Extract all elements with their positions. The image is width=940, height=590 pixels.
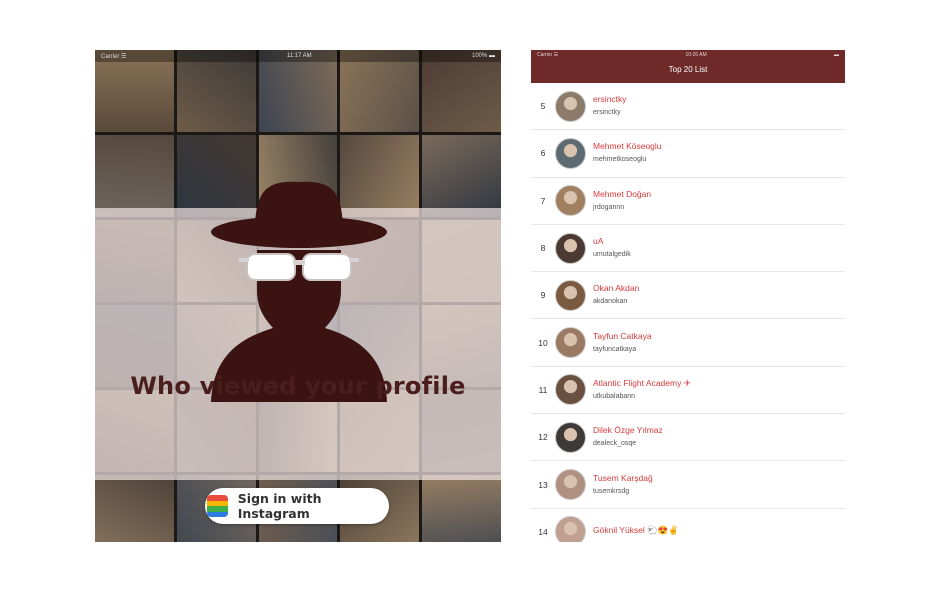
display-name[interactable]: ersinctky bbox=[593, 94, 627, 105]
avatar bbox=[555, 232, 586, 264]
rank-number: 12 bbox=[538, 432, 548, 443]
avatar bbox=[555, 469, 586, 501]
display-name[interactable]: Okan Akdan bbox=[593, 283, 639, 294]
username: utkubalabann bbox=[593, 392, 636, 400]
status-bar: Carrier ☰ 11:17 AM 100% ▬ bbox=[95, 50, 501, 62]
display-name[interactable]: Tusem Karşdağ bbox=[593, 473, 653, 484]
avatar bbox=[555, 327, 586, 359]
list-row[interactable]: 14 Göknil Yüksel 🐑😍✌ bbox=[531, 508, 845, 542]
username: tayfuncatkaya bbox=[593, 345, 637, 353]
display-name[interactable]: Göknil Yüksel 🐑😍✌ bbox=[593, 525, 679, 536]
rank-number: 9 bbox=[540, 290, 546, 301]
carrier-label: Carrier ☰ bbox=[537, 52, 559, 58]
collage-photo-tile bbox=[422, 135, 501, 217]
collage-photo-tile bbox=[95, 135, 174, 217]
user-info: Dilek Özge Yılmaz dealeck_osqe bbox=[593, 425, 663, 449]
rank-number: 11 bbox=[538, 384, 548, 395]
rank-number: 5 bbox=[540, 101, 546, 112]
avatar bbox=[555, 279, 586, 311]
display-name[interactable]: Dilek Özge Yılmaz bbox=[593, 425, 663, 436]
list-row[interactable]: 6 Mehmet Köseoglu mehmetkoseoglu bbox=[531, 130, 845, 178]
top-list-screen: Carrier ☰ 10:26 AM ▬ Top 20 List 5 ersinc… bbox=[531, 50, 845, 542]
avatar bbox=[555, 137, 586, 169]
list-row[interactable]: 13 Tusem Karşdağ tusemkrsdg bbox=[531, 461, 845, 509]
username: mehmetkoseoglu bbox=[593, 156, 647, 164]
sign-in-with-instagram-button[interactable]: Sign in with Instagram bbox=[205, 488, 389, 524]
rank-number: 8 bbox=[540, 243, 546, 254]
collage-photo-tile bbox=[95, 475, 174, 542]
spy-silhouette-icon bbox=[211, 181, 387, 402]
user-info: Atlantic Flight Academy ✈ utkubalabann bbox=[593, 378, 691, 402]
avatar bbox=[555, 90, 586, 122]
collage-photo-tile bbox=[258, 50, 338, 132]
user-info: Göknil Yüksel 🐑😍✌ bbox=[593, 525, 679, 539]
avatar bbox=[555, 516, 586, 542]
username: dealeck_osqe bbox=[593, 440, 637, 448]
list-row[interactable]: 12 Dilek Özge Yılmaz dealeck_osqe bbox=[531, 414, 845, 462]
avatar bbox=[555, 185, 586, 217]
collage-photo-tile bbox=[95, 50, 174, 132]
username: umutalgedik bbox=[593, 251, 631, 259]
list-row[interactable]: 7 Mehmet Doğan jrdogannn bbox=[531, 177, 845, 225]
rank-number: 13 bbox=[538, 479, 548, 490]
rank-number: 6 bbox=[540, 148, 546, 159]
carrier-label: Carrier ☰ bbox=[101, 53, 127, 60]
clock-label: 11:17 AM bbox=[286, 53, 312, 59]
top-viewers-list: 5 ersinctky ersinctky 6 Mehmet Köseoglu mehme… bbox=[531, 83, 845, 542]
collage-photo-tile bbox=[422, 50, 501, 132]
list-row[interactable]: 9 Okan Akdan akdanokan bbox=[531, 272, 845, 320]
list-row[interactable]: 5 ersinctky ersinctky bbox=[531, 83, 845, 131]
user-info: Tusem Karşdağ tusemkrsdg bbox=[593, 473, 653, 497]
battery-label: ▬ bbox=[833, 52, 839, 58]
list-row[interactable]: 11 Atlantic Flight Academy ✈ utkubalabann bbox=[531, 366, 845, 415]
display-name[interactable]: Mehmet Köseoglu bbox=[593, 141, 662, 152]
username: akdanokan bbox=[593, 298, 628, 306]
page-title: Top 20 List bbox=[668, 65, 708, 74]
navigation-header: Carrier ☰ 10:26 AM ▬ Top 20 List bbox=[531, 50, 845, 83]
user-info: Okan Akdan akdanokan bbox=[593, 283, 639, 307]
instagram-icon bbox=[207, 495, 228, 517]
display-name[interactable]: Tayfun Catkaya bbox=[593, 331, 652, 342]
username: jrdogannn bbox=[593, 203, 625, 211]
user-info: Mehmet Doğan jrdogannn bbox=[593, 189, 651, 213]
rank-number: 14 bbox=[538, 526, 548, 537]
headline: Who viewed your profile bbox=[130, 372, 466, 400]
avatar bbox=[555, 421, 586, 453]
user-info: ersinctky ersinctky bbox=[593, 94, 627, 118]
clock-label: 10:26 AM bbox=[685, 52, 707, 58]
sign-in-label: Sign in with Instagram bbox=[237, 491, 322, 521]
display-name[interactable]: uA bbox=[593, 236, 631, 247]
avatar bbox=[555, 374, 586, 406]
login-screen: Carrier ☰ 11:17 AM 100% ▬ Who viewed you… bbox=[95, 50, 501, 542]
rank-number: 10 bbox=[538, 337, 548, 348]
collage-photo-tile bbox=[176, 50, 256, 132]
username: tusemkrsdg bbox=[593, 487, 630, 495]
collage-photo-tile bbox=[340, 50, 420, 132]
user-info: uA umutalgedik bbox=[593, 236, 631, 260]
username: ersinctky bbox=[593, 109, 621, 117]
rank-number: 7 bbox=[540, 195, 546, 206]
display-name[interactable]: Atlantic Flight Academy ✈ bbox=[593, 378, 691, 389]
user-info: Mehmet Köseoglu mehmetkoseoglu bbox=[593, 141, 662, 165]
display-name[interactable]: Mehmet Doğan bbox=[593, 189, 651, 200]
collage-photo-tile bbox=[422, 475, 501, 542]
list-row[interactable]: 10 Tayfun Catkaya tayfuncatkaya bbox=[531, 319, 845, 367]
status-bar: Carrier ☰ 10:26 AM ▬ bbox=[531, 50, 845, 60]
list-row[interactable]: 8 uA umutalgedik bbox=[531, 224, 845, 273]
battery-label: 100% ▬ bbox=[471, 53, 495, 59]
user-info: Tayfun Catkaya tayfuncatkaya bbox=[593, 331, 652, 355]
